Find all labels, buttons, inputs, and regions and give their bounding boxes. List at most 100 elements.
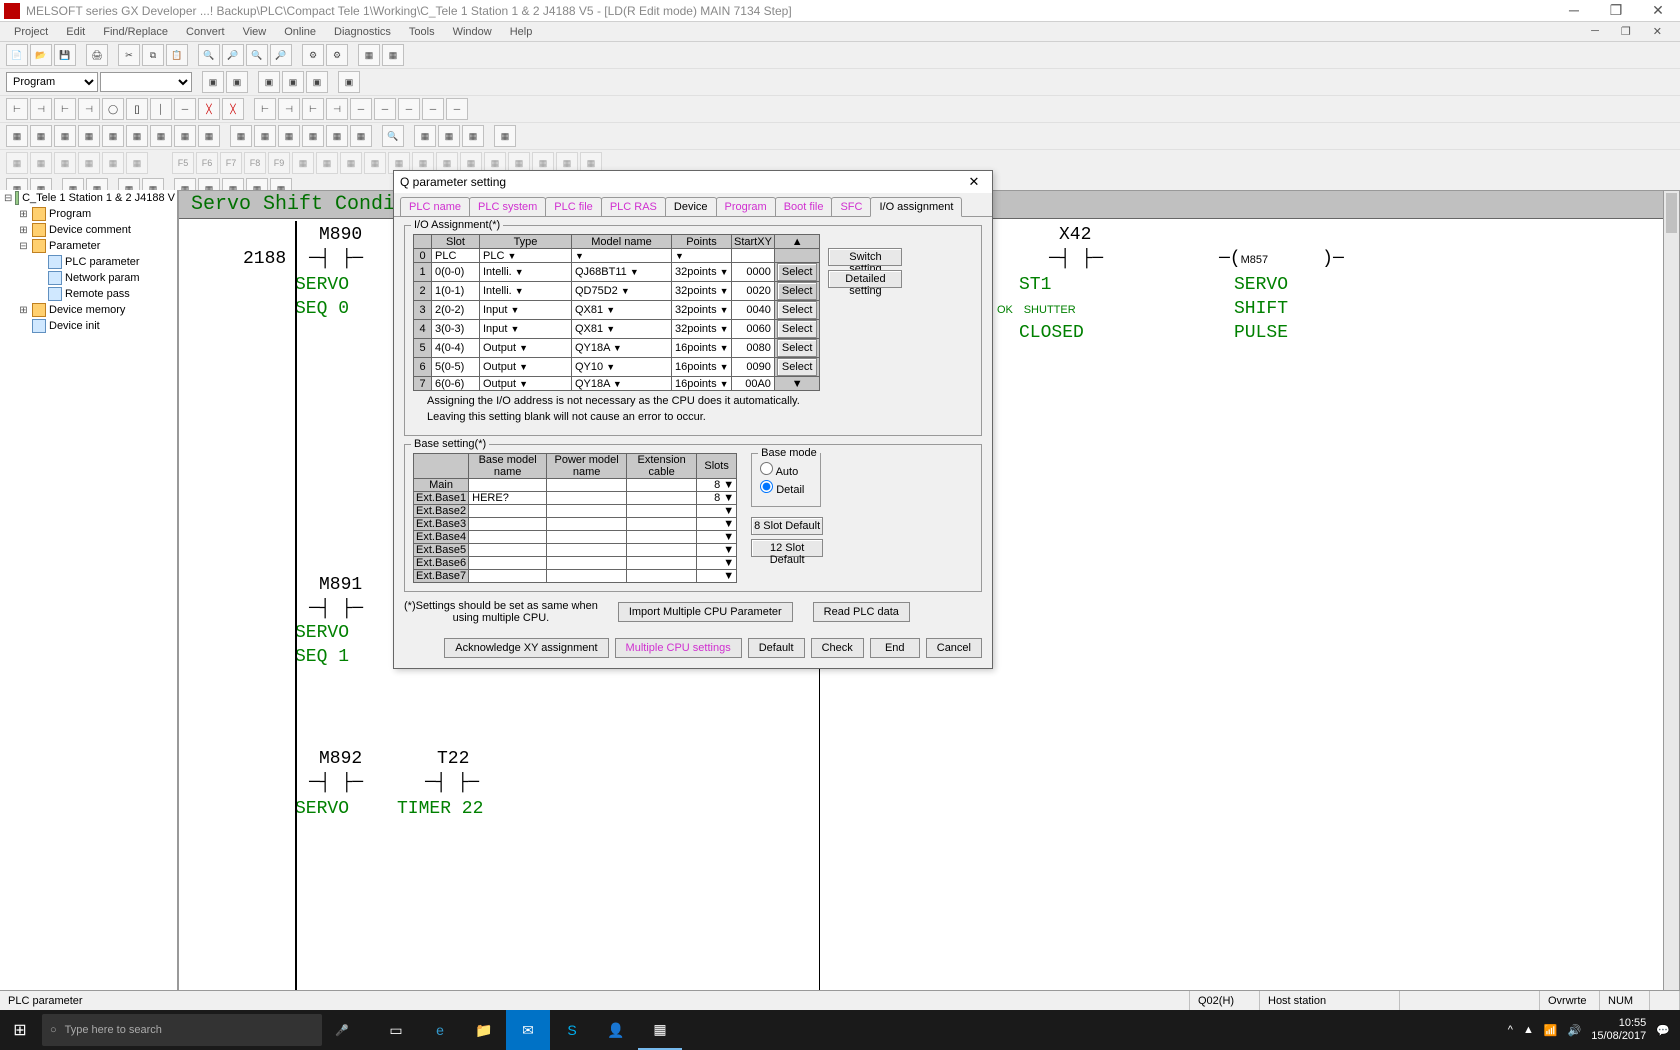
select-button[interactable]: Select — [777, 358, 818, 376]
select-button[interactable]: Select — [777, 320, 818, 338]
power-model-name[interactable] — [547, 518, 627, 531]
base-slots[interactable]: 8 ▼ — [697, 479, 737, 492]
base-slots[interactable]: ▼ — [697, 557, 737, 570]
tb-tool2-icon[interactable]: ⚙ — [326, 44, 348, 66]
extension-cable[interactable] — [627, 518, 697, 531]
end-button[interactable]: End — [870, 638, 920, 658]
check-button[interactable]: Check — [811, 638, 864, 658]
tb3-9-icon[interactable]: F7 — [220, 152, 242, 174]
tb-e-icon[interactable]: ▣ — [306, 71, 328, 93]
start-button[interactable]: ⊞ — [0, 1010, 40, 1050]
program-combo2[interactable] — [100, 72, 192, 92]
base-row[interactable]: Ext.Base7 ▼ — [414, 570, 737, 583]
tb3-1-icon[interactable]: ▦ — [6, 152, 28, 174]
tb3-4-icon[interactable]: ▦ — [78, 152, 100, 174]
io-select-cell[interactable]: Select — [774, 320, 820, 339]
tb-paste-icon[interactable]: 📋 — [166, 44, 188, 66]
tb-tool1-icon[interactable]: ⚙ — [302, 44, 324, 66]
power-model-name[interactable] — [547, 570, 627, 583]
io-startxy[interactable]: 0090 — [732, 358, 775, 377]
skype-icon[interactable]: S — [550, 1010, 594, 1050]
tab-sfc[interactable]: SFC — [831, 197, 871, 216]
tb-find2-icon[interactable]: 🔎 — [222, 44, 244, 66]
base-slots[interactable]: ▼ — [697, 518, 737, 531]
tb2-11-icon[interactable]: ▦ — [254, 125, 276, 147]
task-view-icon[interactable]: ▭ — [374, 1010, 418, 1050]
mdi-restore-icon[interactable]: ❐ — [1613, 23, 1639, 40]
tb-f5-icon[interactable]: ⊢ — [6, 98, 28, 120]
io-model[interactable]: QY10 ▼ — [572, 358, 672, 377]
extension-cable[interactable] — [627, 479, 697, 492]
tray-network-icon[interactable]: ▲ — [1523, 1024, 1534, 1036]
base-model-name[interactable]: HERE? — [469, 492, 547, 505]
switch-setting-button[interactable]: Switch setting — [828, 248, 902, 266]
tb3-7-icon[interactable]: F5 — [172, 152, 194, 174]
menu-online[interactable]: Online — [276, 24, 324, 40]
power-model-name[interactable] — [547, 531, 627, 544]
io-row[interactable]: 0 PLC PLC ▼ ▼ ▼ — [414, 249, 820, 263]
close-button[interactable]: ✕ — [1644, 2, 1672, 19]
tb3-2-icon[interactable]: ▦ — [30, 152, 52, 174]
tree-plc-parameter[interactable]: PLC parameter — [0, 254, 177, 270]
explorer-icon[interactable]: 📁 — [462, 1010, 506, 1050]
tb2-13-icon[interactable]: ▦ — [302, 125, 324, 147]
import-cpu-button[interactable]: Import Multiple CPU Parameter — [618, 602, 793, 622]
tb-tool4-icon[interactable]: ▦ — [382, 44, 404, 66]
tb2-7-icon[interactable]: ▦ — [150, 125, 172, 147]
base-row[interactable]: Ext.Base6 ▼ — [414, 557, 737, 570]
io-points[interactable]: 16points ▼ — [672, 377, 732, 391]
gx-developer-icon[interactable]: ▦ — [638, 1010, 682, 1050]
extension-cable[interactable] — [627, 557, 697, 570]
vscroll-thumb[interactable] — [1666, 193, 1677, 233]
tb2-14-icon[interactable]: ▦ — [326, 125, 348, 147]
tree-network-param[interactable]: Network param — [0, 270, 177, 286]
tb3-3-icon[interactable]: ▦ — [54, 152, 76, 174]
io-model[interactable]: QJ68BT11 ▼ — [572, 263, 672, 282]
menu-window[interactable]: Window — [445, 24, 500, 40]
slot12-button[interactable]: 12 Slot Default — [751, 539, 823, 557]
base-slots[interactable]: ▼ — [697, 531, 737, 544]
tb-af9-icon[interactable]: ─ — [446, 98, 468, 120]
io-table[interactable]: Slot Type Model name Points StartXY ▲ 0 … — [413, 234, 820, 391]
io-row[interactable]: 5 4(0-4) Output ▼ QY18A ▼ 16points ▼ 008… — [414, 339, 820, 358]
outlook-icon[interactable]: ✉ — [506, 1010, 550, 1050]
tb-caf5-icon[interactable]: ─ — [374, 98, 396, 120]
base-slots[interactable]: 8 ▼ — [697, 492, 737, 505]
tb2-12-icon[interactable]: ▦ — [278, 125, 300, 147]
vscrollbar[interactable] — [1663, 191, 1679, 1019]
base-row[interactable]: Ext.Base1 HERE? 8 ▼ — [414, 492, 737, 505]
tb3-11-icon[interactable]: F9 — [268, 152, 290, 174]
tray-clock[interactable]: 10:55 15/08/2017 — [1591, 1017, 1646, 1043]
tb-af5-icon[interactable]: ─ — [350, 98, 372, 120]
power-model-name[interactable] — [547, 505, 627, 518]
power-model-name[interactable] — [547, 492, 627, 505]
tray-notifications-icon[interactable]: 💬 — [1656, 1024, 1670, 1037]
tb-d-icon[interactable]: ▣ — [282, 71, 304, 93]
tb3-15-icon[interactable]: ▦ — [364, 152, 386, 174]
tree-device-init[interactable]: Device init — [0, 318, 177, 334]
base-model-name[interactable] — [469, 544, 547, 557]
io-points[interactable]: 32points ▼ — [672, 320, 732, 339]
tb-tool3-icon[interactable]: ▦ — [358, 44, 380, 66]
tb3-12-icon[interactable]: ▦ — [292, 152, 314, 174]
tb-find-icon[interactable]: 🔍 — [198, 44, 220, 66]
tb3-5-icon[interactable]: ▦ — [102, 152, 124, 174]
io-row[interactable]: 6 5(0-5) Output ▼ QY10 ▼ 16points ▼ 0090… — [414, 358, 820, 377]
power-model-name[interactable] — [547, 557, 627, 570]
tab-program[interactable]: Program — [716, 197, 776, 216]
tray-chevron-icon[interactable]: ^ — [1508, 1024, 1513, 1036]
tb-sf5-icon[interactable]: ⊢ — [54, 98, 76, 120]
io-type[interactable]: Input ▼ — [480, 301, 572, 320]
base-table[interactable]: Base model name Power model name Extensi… — [413, 453, 737, 583]
tb-af7-icon[interactable]: ⊢ — [302, 98, 324, 120]
dialog-close-button[interactable]: ✕ — [962, 174, 986, 190]
io-slot[interactable]: 6(0-6) — [432, 377, 480, 391]
ioh-scroll-up[interactable]: ▲ — [774, 235, 820, 249]
tb2-18-icon[interactable]: ▦ — [438, 125, 460, 147]
tb3-14-icon[interactable]: ▦ — [340, 152, 362, 174]
io-startxy[interactable]: 0080 — [732, 339, 775, 358]
base-row[interactable]: Ext.Base4 ▼ — [414, 531, 737, 544]
io-select-cell[interactable]: Select — [774, 358, 820, 377]
tb3-13-icon[interactable]: ▦ — [316, 152, 338, 174]
tb2-17-icon[interactable]: ▦ — [414, 125, 436, 147]
